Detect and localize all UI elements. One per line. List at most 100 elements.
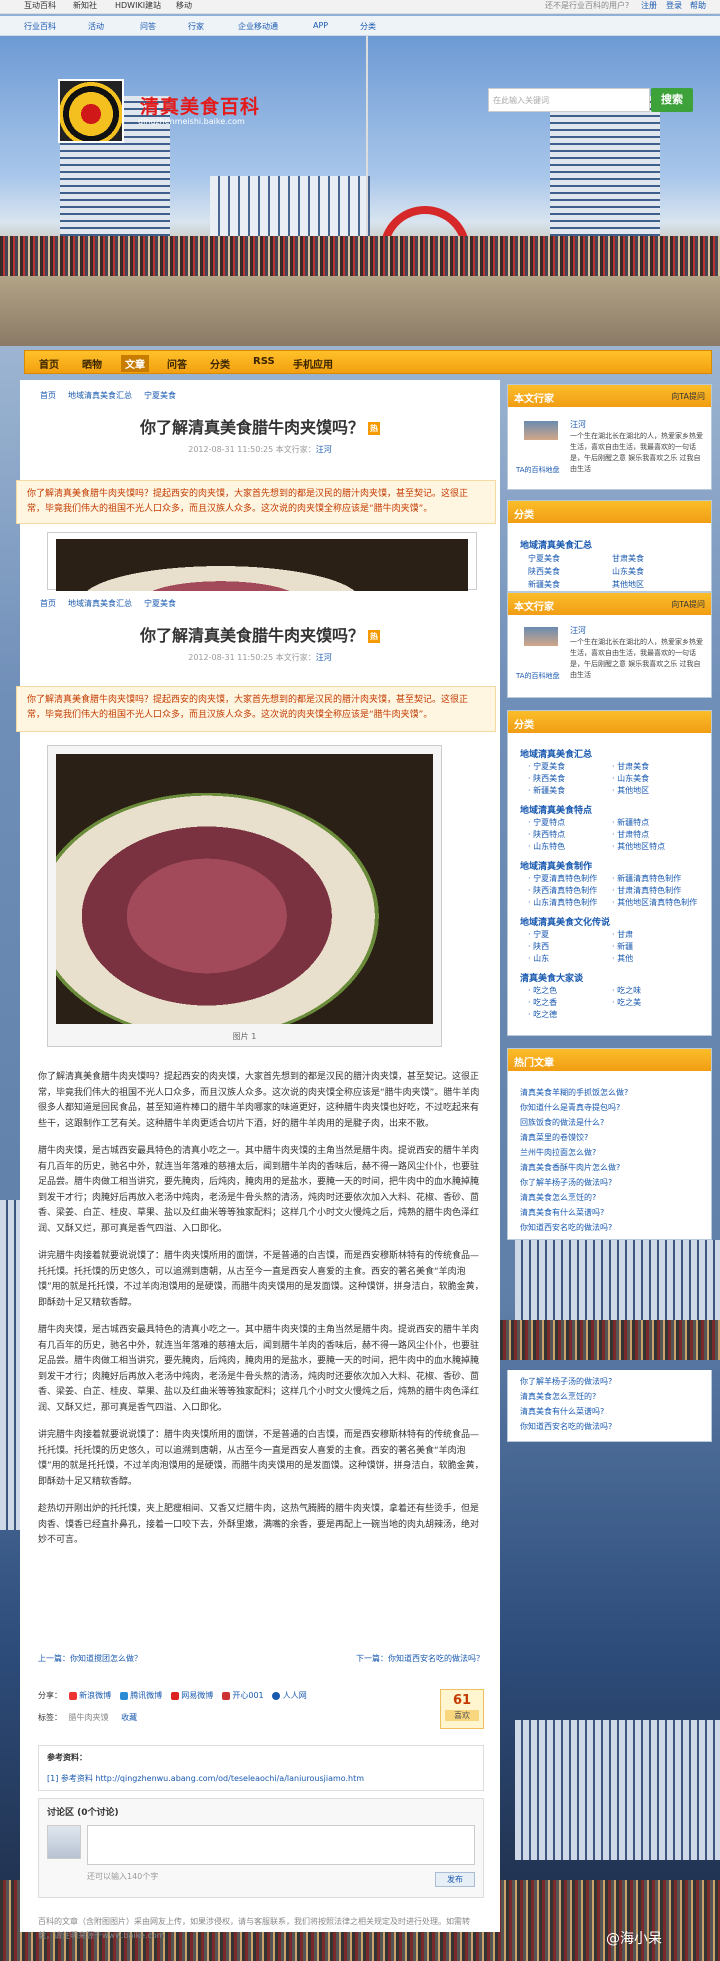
category-item[interactable]: · 山东清真特色制作	[528, 897, 597, 908]
nav-item-experts[interactable]: 行家	[188, 21, 204, 32]
hot-article-link[interactable]: 兰州牛肉拉面怎么做?	[520, 1147, 596, 1158]
nav-item-category[interactable]: 分类	[360, 21, 376, 32]
category-item[interactable]: 甘肃美食	[612, 553, 644, 564]
category-item[interactable]: · 吃之德	[528, 1009, 557, 1020]
category-item[interactable]: · 甘肃美食	[612, 761, 649, 772]
category-item[interactable]: · 其他地区特点	[612, 841, 665, 852]
category-item[interactable]: · 陕西美食	[528, 773, 565, 784]
category-item[interactable]: · 吃之香	[528, 997, 557, 1008]
category-item[interactable]: · 陕西清真特色制作	[528, 885, 597, 896]
share-sina-button[interactable]: 新浪微博	[68, 1691, 111, 1700]
category-item[interactable]: · 吃之美	[612, 997, 641, 1008]
category-item[interactable]: 陕西美食	[528, 566, 560, 577]
category-item[interactable]: · 甘肃清真特色制作	[612, 885, 681, 896]
category-item[interactable]: · 陕西	[528, 941, 549, 952]
expert-caption-2[interactable]: TA的百科地盘	[516, 671, 560, 681]
hot-article-link[interactable]: 清真美食羊糊的手抓饭怎么做?	[520, 1087, 628, 1098]
category-group-title[interactable]: 地域清真美食文化传说	[520, 915, 610, 928]
category-item[interactable]: · 宁夏清真特色制作	[528, 873, 597, 884]
category-item[interactable]: · 新疆	[612, 941, 633, 952]
ask-expert-link-2[interactable]: 向TA提问	[671, 599, 705, 610]
nav-item-enterprise[interactable]: 企业移动通	[238, 21, 278, 32]
nav-item-app[interactable]: APP	[313, 21, 328, 30]
nav-item-events[interactable]: 活动	[88, 21, 104, 32]
site-title[interactable]: 清真美食百科	[140, 92, 260, 119]
breadcrumb-home-2[interactable]: 首页	[40, 598, 56, 609]
category-item[interactable]: 新疆美食	[528, 579, 560, 590]
category-group-title[interactable]: 地域清真美食制作	[520, 859, 592, 872]
category-item[interactable]: · 新疆特点	[612, 817, 649, 828]
menu-item-category[interactable]: 分类	[210, 356, 230, 371]
category-group-title[interactable]: 地域清真美食汇总	[520, 747, 592, 760]
category-item[interactable]: · 甘肃	[612, 929, 633, 940]
category-item[interactable]: · 吃之味	[612, 985, 641, 996]
expert-name-2[interactable]: 汪河	[570, 625, 586, 636]
ask-expert-link[interactable]: 向TA提问	[671, 391, 705, 402]
category-item[interactable]: 宁夏美食	[528, 553, 560, 564]
menu-item-articles[interactable]: 文章	[121, 355, 149, 372]
category-item[interactable]: · 宁夏特点	[528, 817, 565, 828]
hot-article-link[interactable]: 清真美食有什么菜谱吗?	[520, 1207, 604, 1218]
category-item[interactable]: · 新疆清真特色制作	[612, 873, 681, 884]
category-item[interactable]: 山东美食	[612, 566, 644, 577]
hot-article-link[interactable]: 清真美食有什么菜谱吗?	[520, 1406, 604, 1417]
menu-item-rss[interactable]: RSS	[253, 356, 275, 367]
reference-link[interactable]: [1] 参考资料 http://qingzhenwu.abang.com/od/…	[47, 1773, 475, 1784]
category-item[interactable]: 其他地区	[612, 579, 644, 590]
category-item[interactable]: · 宁夏美食	[528, 761, 565, 772]
category-item[interactable]: · 陕西特点	[528, 829, 565, 840]
tag-item[interactable]: 腊牛肉夹馍	[69, 1713, 109, 1722]
expert-caption[interactable]: TA的百科地盘	[516, 465, 560, 475]
nav-item-industry[interactable]: 行业百科	[24, 21, 56, 32]
breadcrumb-region-2[interactable]: 地域清真美食汇总	[68, 598, 132, 609]
category-item[interactable]: · 其他地区	[612, 785, 649, 796]
nav-item-qa[interactable]: 问答	[140, 21, 156, 32]
search-button[interactable]: 搜索	[651, 88, 693, 112]
category-item[interactable]: · 山东	[528, 953, 549, 964]
topbar-link-hudong[interactable]: 互动百科	[24, 0, 56, 12]
hot-article-link[interactable]: 清真美食怎么烹饪的?	[520, 1192, 596, 1203]
site-logo[interactable]	[58, 79, 124, 143]
comment-submit-button[interactable]: 发布	[435, 1872, 475, 1887]
hot-article-link[interactable]: 清真美食香酥牛肉片怎么做?	[520, 1162, 620, 1173]
article-image[interactable]	[56, 754, 433, 1024]
favorite-link[interactable]: 收藏	[121, 1713, 137, 1722]
share-netease-button[interactable]: 网易微博	[170, 1691, 213, 1700]
category-item[interactable]: · 山东特色	[528, 841, 565, 852]
category-item[interactable]: · 甘肃特点	[612, 829, 649, 840]
register-link[interactable]: 注册	[641, 0, 657, 12]
hot-article-link[interactable]: 你了解羊杨子汤的做法吗?	[520, 1376, 612, 1387]
hot-article-link[interactable]: 回族饭食的做法是什么?	[520, 1117, 604, 1128]
topbar-link-mobile[interactable]: 移动	[176, 0, 192, 12]
category-item[interactable]: · 宁夏	[528, 929, 549, 940]
hot-article-link[interactable]: 清真美食怎么烹饪的?	[520, 1391, 596, 1402]
menu-item-show[interactable]: 晒物	[82, 356, 102, 371]
login-link[interactable]: 登录	[666, 0, 682, 12]
share-tencent-button[interactable]: 腾讯微博	[119, 1691, 162, 1700]
hot-article-link[interactable]: 你知道西安名吃的做法吗?	[520, 1421, 612, 1432]
menu-item-qa[interactable]: 问答	[167, 356, 187, 371]
prev-article-link[interactable]: 上一篇：你知道搅团怎么做？	[38, 1654, 142, 1663]
meta-author-2[interactable]: 汪河	[316, 653, 332, 662]
search-input[interactable]: 在此输入关键词	[488, 88, 650, 112]
topbar-link-xinzhishe[interactable]: 新知社	[73, 0, 97, 12]
menu-item-home[interactable]: 首页	[39, 356, 59, 371]
category-group-title[interactable]: 地域清真美食特点	[520, 803, 592, 816]
share-renren-button[interactable]: 人人网	[272, 1691, 307, 1700]
category-item[interactable]: · 其他	[612, 953, 633, 964]
expert-avatar-2[interactable]	[524, 627, 558, 665]
breadcrumb-region[interactable]: 地域清真美食汇总	[68, 390, 132, 401]
share-kaixin-button[interactable]: 开心001	[221, 1691, 264, 1700]
category-item[interactable]: · 新疆美食	[528, 785, 565, 796]
breadcrumb-ningxia-2[interactable]: 宁夏美食	[144, 598, 176, 609]
menu-item-mobile[interactable]: 手机应用	[293, 356, 333, 371]
topbar-link-hdwiki[interactable]: HDWIKI建站	[115, 0, 161, 12]
next-article-link[interactable]: 下一篇：你知道西安名吃的做法吗？	[356, 1653, 484, 1664]
expert-name[interactable]: 汪河	[570, 419, 586, 430]
category-group-title[interactable]: 地域清真美食汇总	[520, 538, 592, 551]
breadcrumb-ningxia[interactable]: 宁夏美食	[144, 390, 176, 401]
hot-article-link[interactable]: 你知道西安名吃的做法吗?	[520, 1222, 612, 1233]
category-item[interactable]: · 山东美食	[612, 773, 649, 784]
hot-article-link[interactable]: 清真菜里的卷馍饺?	[520, 1132, 588, 1143]
comment-textarea[interactable]	[87, 1825, 475, 1865]
